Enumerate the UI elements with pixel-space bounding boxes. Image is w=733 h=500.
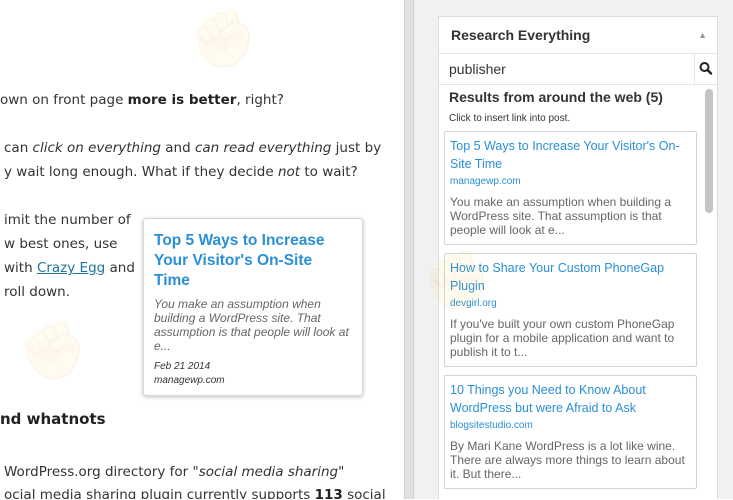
collapse-arrow-icon[interactable]: ▲ bbox=[698, 17, 707, 53]
editor-text-run: roll down. bbox=[4, 284, 71, 300]
panel-title: Research Everything bbox=[451, 27, 591, 43]
result-domain: devgirl.org bbox=[450, 298, 497, 309]
editor-heading: nd whatnots bbox=[0, 410, 106, 428]
editor-line: w best ones, use bbox=[4, 234, 117, 254]
editor-text-run: not bbox=[277, 164, 301, 180]
result-domain: managewp.com bbox=[450, 176, 521, 187]
editor-line: imit the number of bbox=[4, 210, 131, 230]
editor-text-run: own on front page bbox=[0, 92, 128, 108]
editor-link[interactable]: Crazy Egg bbox=[37, 260, 105, 276]
editor-text-run: ocial media sharing plugin currently sup… bbox=[4, 487, 315, 499]
editor-text-run: social bbox=[342, 487, 386, 499]
card-excerpt: You make an assumption when building a W… bbox=[154, 297, 349, 353]
card-date: Feb 21 2014 bbox=[154, 361, 211, 372]
result-title[interactable]: 10 Things you Need to Know About WordPre… bbox=[450, 381, 691, 417]
editor-text-run: with bbox=[4, 260, 37, 276]
editor-line: ocial media sharing plugin currently sup… bbox=[4, 485, 386, 499]
editor-text-run: y wait long enough. What if they decide bbox=[4, 164, 278, 180]
search-input[interactable] bbox=[439, 54, 695, 84]
pane-divider[interactable] bbox=[404, 0, 414, 499]
editor-text-run: just by bbox=[331, 140, 382, 156]
result-title[interactable]: Top 5 Ways to Increase Your Visitor's On… bbox=[450, 137, 691, 173]
editor-line: WordPress.org directory for "social medi… bbox=[4, 462, 344, 482]
results-area: Results from around the web (5) Click to… bbox=[439, 85, 717, 500]
editor-text-run: more is better bbox=[127, 92, 237, 108]
editor-text-run: and bbox=[160, 140, 195, 156]
watermark: ✊ bbox=[182, 0, 265, 79]
editor-line: roll down. bbox=[4, 282, 70, 302]
editor-line: with Crazy Egg and bbox=[4, 258, 135, 278]
results-hint: Click to insert link into post. bbox=[449, 113, 571, 124]
result-domain: blogsitestudio.com bbox=[450, 420, 533, 431]
results-scrollbar[interactable] bbox=[705, 89, 713, 499]
editor-text-run: can bbox=[4, 140, 33, 156]
card-title[interactable]: Top 5 Ways to Increase Your Visitor's On… bbox=[154, 231, 352, 291]
editor-text-run: to wait? bbox=[300, 164, 358, 180]
scroll-thumb[interactable] bbox=[705, 89, 713, 213]
post-editor[interactable]: own on front page more is better, right?… bbox=[0, 0, 404, 499]
research-panel: Research Everything ▲ Results from aroun… bbox=[438, 16, 718, 499]
sidebar: Research Everything ▲ Results from aroun… bbox=[414, 0, 733, 499]
editor-text-run: WordPress.org directory for " bbox=[4, 464, 199, 480]
editor-text-run: 113 bbox=[314, 487, 343, 499]
result-title[interactable]: How to Share Your Custom PhoneGap Plugin bbox=[450, 259, 691, 295]
search-row bbox=[439, 54, 717, 85]
search-icon bbox=[699, 62, 713, 75]
result-excerpt: By Mari Kane WordPress is a lot like win… bbox=[450, 439, 685, 481]
editor-line: can click on everything and can read eve… bbox=[4, 138, 381, 158]
result-item[interactable]: Top 5 Ways to Increase Your Visitor's On… bbox=[444, 131, 697, 245]
editor-line: own on front page more is better, right? bbox=[0, 90, 284, 110]
editor-text-run: social media sharing bbox=[198, 464, 339, 480]
editor-line: y wait long enough. What if they decide … bbox=[4, 162, 358, 182]
editor-text-run: , right? bbox=[236, 92, 284, 108]
editor-text-run: click on everything bbox=[32, 140, 161, 156]
results-heading: Results from around the web (5) bbox=[449, 89, 663, 105]
editor-text-run: " bbox=[338, 464, 345, 480]
results-list: Top 5 Ways to Increase Your Visitor's On… bbox=[444, 131, 697, 497]
watermark: ✊ bbox=[12, 312, 95, 391]
result-item[interactable]: How to Share Your Custom PhoneGap Plugin… bbox=[444, 253, 697, 367]
result-excerpt: If you've built your own custom PhoneGap… bbox=[450, 317, 675, 359]
search-button[interactable] bbox=[694, 54, 717, 84]
editor-text-run: can read everything bbox=[194, 140, 332, 156]
editor-text-run: imit the number of bbox=[4, 212, 131, 228]
editor-text-run: w best ones, use bbox=[4, 236, 118, 252]
embedded-link-card[interactable]: Top 5 Ways to Increase Your Visitor's On… bbox=[143, 218, 363, 396]
card-domain: managewp.com bbox=[154, 375, 225, 386]
result-item[interactable]: 10 Things you Need to Know About WordPre… bbox=[444, 375, 697, 489]
panel-header[interactable]: Research Everything ▲ bbox=[439, 17, 717, 54]
result-excerpt: You make an assumption when building a W… bbox=[450, 195, 672, 237]
editor-text-run: and bbox=[105, 260, 135, 276]
